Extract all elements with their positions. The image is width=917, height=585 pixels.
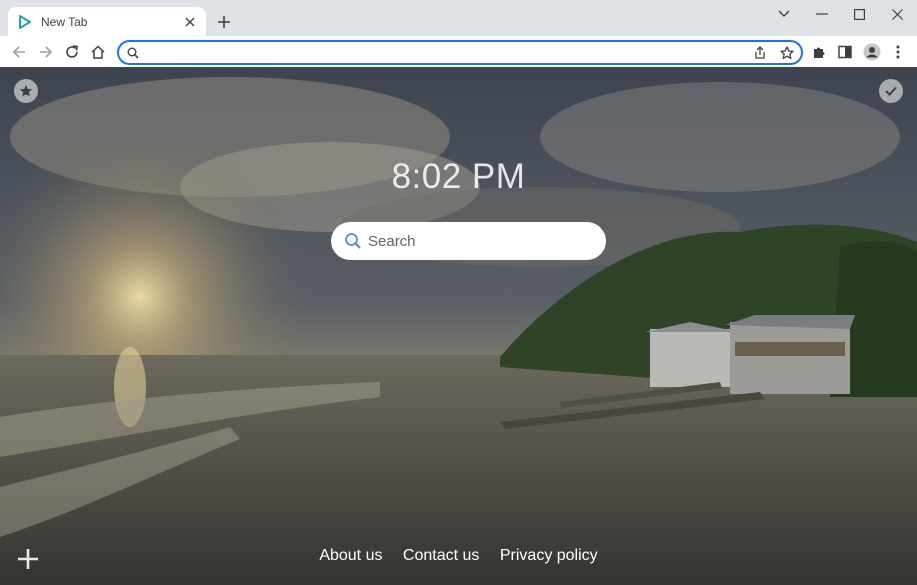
check-icon — [885, 86, 897, 96]
extensions-button[interactable] — [808, 41, 830, 63]
maximize-icon — [853, 8, 865, 20]
todo-button[interactable] — [879, 79, 903, 103]
maximize-button[interactable] — [841, 3, 877, 25]
search-icon — [124, 44, 142, 62]
home-icon — [91, 45, 105, 59]
arrow-right-icon — [40, 46, 53, 58]
background-photo — [0, 67, 917, 585]
profile-button[interactable] — [861, 41, 883, 63]
privacy-policy-link[interactable]: Privacy policy — [500, 547, 598, 564]
home-button[interactable] — [87, 41, 109, 63]
search-bar[interactable] — [331, 222, 606, 260]
minimize-icon — [816, 13, 828, 15]
clock: 8:02 PM — [391, 157, 526, 196]
search-icon — [343, 231, 363, 251]
tab-search-button[interactable] — [766, 3, 802, 25]
share-icon[interactable] — [751, 44, 769, 62]
puzzle-icon — [814, 47, 825, 58]
close-icon — [891, 8, 903, 20]
footer-links: About us Contact us Privacy policy — [0, 547, 917, 565]
side-panel-icon — [838, 45, 852, 59]
forward-button[interactable] — [35, 41, 57, 63]
star-icon — [20, 85, 32, 97]
side-panel-button[interactable] — [834, 41, 856, 63]
back-button[interactable] — [8, 41, 30, 63]
arrow-left-icon — [12, 46, 25, 58]
reload-icon — [66, 45, 78, 58]
tab-new-tab[interactable]: New Tab — [8, 7, 206, 36]
address-input[interactable] — [147, 43, 747, 62]
kebab-menu-icon — [896, 45, 900, 59]
close-icon[interactable] — [182, 14, 198, 30]
about-us-link[interactable]: About us — [319, 547, 382, 564]
address-bar[interactable] — [117, 40, 803, 65]
new-tab-page: 8:02 PM About us Contact us Privacy poli… — [0, 67, 917, 585]
play-triangle-icon — [17, 14, 33, 30]
minimize-button[interactable] — [804, 3, 840, 25]
bookmark-star-icon[interactable] — [778, 44, 796, 62]
tab-title: New Tab — [41, 14, 88, 29]
favorites-button[interactable] — [14, 79, 38, 103]
title-bar: New Tab — [0, 0, 917, 36]
reload-button[interactable] — [61, 41, 83, 63]
contact-us-link[interactable]: Contact us — [403, 547, 479, 564]
search-input[interactable] — [366, 231, 606, 251]
new-tab-button[interactable] — [214, 12, 234, 32]
close-window-button[interactable] — [879, 3, 915, 25]
plus-icon — [218, 16, 230, 28]
avatar-icon — [863, 43, 881, 61]
chevron-down-icon — [778, 10, 790, 17]
menu-button[interactable] — [887, 41, 909, 63]
